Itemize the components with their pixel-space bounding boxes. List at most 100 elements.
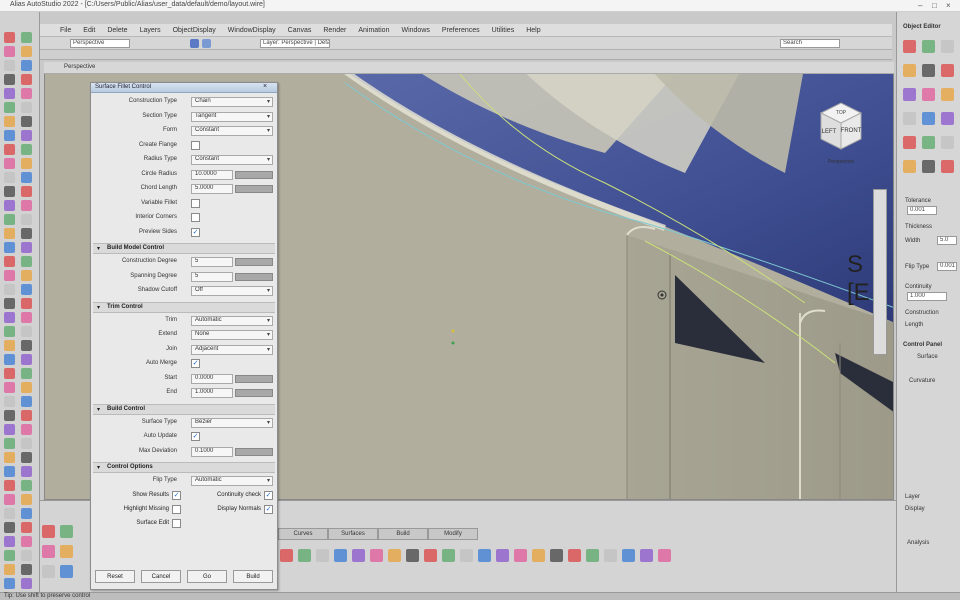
tool-icon[interactable] [21,522,32,533]
collapse-icon[interactable]: ▾ [97,464,100,471]
value-slider[interactable] [235,170,273,179]
menu-item[interactable]: Render [323,27,346,34]
tool-icon[interactable] [941,64,954,77]
tool-icon[interactable] [21,214,32,225]
collapse-icon[interactable]: ▾ [97,406,100,413]
tab-build[interactable]: Build [378,528,428,540]
value-slider[interactable] [235,185,273,193]
dropdown[interactable]: Chain [191,97,273,107]
value-slider[interactable] [235,272,273,281]
tool-icon[interactable] [21,438,32,449]
shelf-tool-icon[interactable] [388,549,401,562]
dialog-titlebar[interactable]: Surface Fillet Control × [91,83,277,93]
tool-icon[interactable] [4,88,15,99]
value-slider[interactable] [235,374,273,383]
cancel-button[interactable]: Cancel [141,570,181,583]
tool-icon[interactable] [4,228,15,239]
shelf-tool-icon[interactable] [60,525,73,538]
tool-icon[interactable] [4,368,15,379]
tool-icon[interactable] [4,578,15,589]
tool-icon[interactable] [4,536,15,547]
tool-icon[interactable] [922,64,935,77]
tool-icon[interactable] [4,522,15,533]
shelf-tool-icon[interactable] [460,549,473,562]
dropdown[interactable]: Automatic [191,476,273,486]
tool-icon[interactable] [903,160,916,173]
value-slider[interactable] [235,447,273,456]
view-navigation-strip[interactable] [873,189,887,355]
tool-icon[interactable] [21,396,32,407]
tab-surfaces[interactable]: Surfaces [328,528,378,540]
checkbox[interactable]: ✓ [191,432,200,441]
menu-item[interactable]: Animation [358,27,389,34]
menu-item[interactable]: ObjectDisplay [173,27,216,34]
checkbox[interactable]: ✓ [191,359,200,368]
tool-icon[interactable] [922,40,935,53]
number-field[interactable]: 10.0000 [191,169,233,180]
dropdown[interactable]: Bezier [191,417,273,428]
tool-icon[interactable] [4,494,15,505]
tool-icon[interactable] [4,354,15,365]
right-field[interactable]: 5.0 [937,236,957,245]
tool-icon[interactable] [903,40,916,53]
shelf-tool-icon[interactable] [622,549,635,562]
tool-icon[interactable] [922,112,935,125]
menu-item[interactable]: Windows [401,27,429,34]
tool-icon[interactable] [4,340,15,351]
dropdown[interactable]: Constant [191,155,273,165]
tool-icon[interactable] [4,144,15,155]
menu-item[interactable]: WindowDisplay [228,27,276,34]
shelf-tool-icon[interactable] [60,545,73,558]
shelf-tool-icon[interactable] [604,549,617,562]
tool-icon[interactable] [21,102,32,113]
tool-icon[interactable] [4,452,15,463]
tool-icon[interactable] [4,298,15,309]
go-button[interactable]: Go [187,570,227,583]
tool-icon[interactable] [903,136,916,149]
number-field[interactable]: 1.0000 [191,388,233,398]
dropdown[interactable]: Constant [191,126,273,136]
shelf-tool-icon[interactable] [478,549,491,562]
tool-icon[interactable] [21,578,32,589]
number-field[interactable]: 5 [191,257,233,267]
tool-icon[interactable] [21,298,32,309]
tool-icon[interactable] [4,326,15,337]
tool-icon[interactable] [21,256,32,267]
section-header[interactable]: ▾ Control Options [93,462,275,473]
tool-icon[interactable] [21,564,32,575]
right-field[interactable]: 1.000 [907,292,947,301]
check-option[interactable]: Continuity check ✓ [187,490,275,502]
tool-icon[interactable] [4,102,15,113]
dropdown[interactable]: Adjacent [191,344,273,355]
checkbox[interactable] [191,198,200,208]
tool-icon[interactable] [903,112,916,125]
shelf-tool-icon[interactable] [406,549,419,562]
collapse-icon[interactable]: ▾ [97,304,100,311]
dropdown[interactable]: Automatic [191,315,273,326]
check-option[interactable]: Show Results ✓ [95,490,183,502]
view-field[interactable]: Perspective [70,39,130,48]
menu-item[interactable]: Layers [140,27,161,34]
tool-icon[interactable] [21,466,32,477]
shelf-tool-icon[interactable] [658,549,671,562]
checkbox[interactable]: ✓ [191,227,200,237]
tool-icon[interactable] [4,60,15,71]
tool-icon[interactable] [4,466,15,477]
tool-icon[interactable] [21,284,32,295]
tool-icon[interactable] [941,136,954,149]
checkbox[interactable] [191,140,200,150]
minimize-icon[interactable]: – [918,1,922,10]
layer-field[interactable]: Layer: Perspective | Default [260,39,330,48]
tool-icon[interactable] [922,136,935,149]
checkbox[interactable] [191,213,200,222]
reset-button[interactable]: Reset [95,570,135,583]
select-icon[interactable] [190,39,199,48]
tool-icon[interactable] [21,116,32,127]
close-icon[interactable]: × [263,83,267,90]
tool-icon[interactable] [941,160,954,173]
tool-icon[interactable] [21,480,32,491]
tool-icon[interactable] [4,312,15,323]
shelf-tool-icon[interactable] [316,549,329,562]
menu-item[interactable]: Preferences [442,27,480,34]
tool-icon[interactable] [941,88,954,101]
